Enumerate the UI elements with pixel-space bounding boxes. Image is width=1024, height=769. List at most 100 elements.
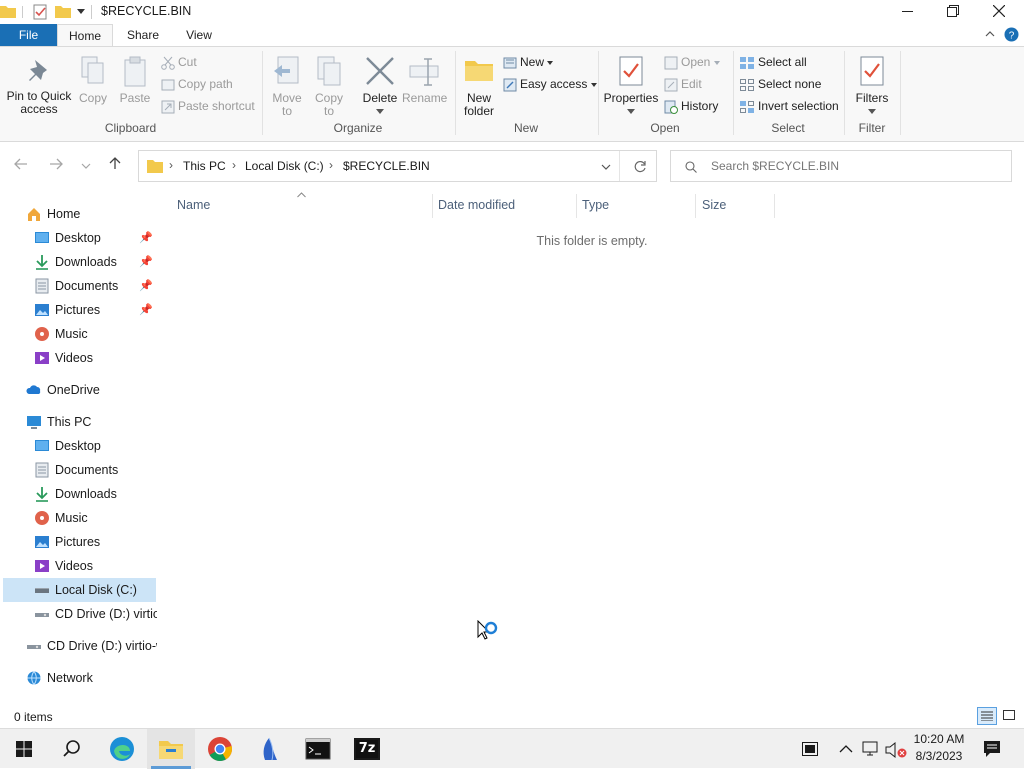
column-header-date-modified[interactable]: Date modified xyxy=(438,198,515,212)
network-status-icon[interactable] xyxy=(862,741,880,757)
status-bar: 0 items xyxy=(0,704,1024,728)
notifications-icon[interactable] xyxy=(983,740,1001,758)
nav-item-home[interactable]: Home xyxy=(0,202,157,226)
tab-view[interactable]: View xyxy=(172,24,226,46)
invert-selection-button[interactable]: Invert selection xyxy=(739,96,839,116)
address-bar[interactable]: › This PC › Local Disk (C:) › $RECYCLE.B… xyxy=(138,150,657,182)
nav-item-network[interactable]: Network xyxy=(0,666,157,690)
forward-button[interactable] xyxy=(46,156,66,176)
restore-icon[interactable] xyxy=(947,5,959,17)
edit-button[interactable]: Edit xyxy=(664,74,702,94)
minimize-icon[interactable] xyxy=(902,11,913,13)
pin-icon[interactable]: 📌 xyxy=(139,274,153,298)
paste-button[interactable]: Paste xyxy=(118,55,152,105)
copy-to-icon xyxy=(317,56,341,86)
new-folder-quick-icon[interactable] xyxy=(55,5,71,18)
nav-item-desktop[interactable]: Desktop 📌 xyxy=(0,226,157,250)
app-taskbar-button[interactable] xyxy=(245,729,293,769)
group-label-clipboard: Clipboard xyxy=(104,121,157,135)
nav-item-pc-pictures[interactable]: Pictures xyxy=(0,530,157,554)
select-all-button[interactable]: Select all xyxy=(739,52,807,72)
delete-button[interactable]: Delete xyxy=(358,55,402,118)
window-title: $RECYCLE.BIN xyxy=(101,4,192,18)
cd-drive-icon xyxy=(35,613,49,617)
column-header-type[interactable]: Type xyxy=(582,198,609,212)
easy-access-button[interactable]: Easy access xyxy=(503,74,600,94)
7zip-icon: 7z xyxy=(354,738,380,760)
nav-item-this-pc[interactable]: This PC xyxy=(0,410,157,434)
breadcrumb-separator-icon[interactable]: › xyxy=(329,158,333,172)
pin-icon[interactable]: 📌 xyxy=(139,298,153,322)
volume-muted-icon[interactable] xyxy=(885,741,907,759)
large-icons-view-button[interactable] xyxy=(1000,707,1020,725)
nav-item-onedrive[interactable]: OneDrive xyxy=(0,378,157,402)
new-item-button[interactable]: New xyxy=(503,52,556,72)
collapse-ribbon-icon[interactable] xyxy=(985,29,995,37)
rename-button[interactable]: Rename xyxy=(402,55,447,105)
open-button[interactable]: Open xyxy=(664,52,723,72)
7zip-taskbar-button[interactable]: 7z xyxy=(343,729,391,769)
up-button[interactable] xyxy=(105,156,125,176)
search-input[interactable]: Search $RECYCLE.BIN xyxy=(670,150,1012,182)
details-view-button[interactable] xyxy=(977,707,997,725)
nav-item-cd-drive[interactable]: CD Drive (D:) virtio-w xyxy=(0,634,157,658)
nav-item-pc-cd-drive[interactable]: CD Drive (D:) virtio- xyxy=(0,602,157,626)
file-list[interactable]: Name Date modified Type Size This folder… xyxy=(157,190,1024,704)
refresh-icon[interactable] xyxy=(633,160,647,174)
system-clock[interactable]: 10:20 AM 8/3/2023 xyxy=(908,731,970,765)
recent-locations-button[interactable] xyxy=(76,156,96,176)
breadcrumb-recycle-bin[interactable]: $RECYCLE.BIN xyxy=(343,159,430,173)
ribbon-tabs: File Home Share View ? xyxy=(0,24,1024,47)
select-none-button[interactable]: Select none xyxy=(739,74,821,94)
column-header-name[interactable]: Name xyxy=(177,198,210,212)
nav-item-pictures[interactable]: Pictures 📌 xyxy=(0,298,157,322)
nav-item-pc-videos[interactable]: Videos xyxy=(0,554,157,578)
history-icon xyxy=(664,100,678,114)
filters-button[interactable]: Filters xyxy=(850,55,894,118)
copy-to-button[interactable]: Copy to xyxy=(310,55,348,118)
properties-button[interactable]: Properties xyxy=(602,55,660,118)
tab-file[interactable]: File xyxy=(0,24,57,46)
customize-toolbar-icon[interactable] xyxy=(77,9,85,15)
nav-item-pc-music[interactable]: Music xyxy=(0,506,157,530)
breadcrumb-this-pc[interactable]: This PC xyxy=(183,159,226,173)
terminal-taskbar-button[interactable] xyxy=(294,729,342,769)
nav-item-pc-downloads[interactable]: Downloads xyxy=(0,482,157,506)
tab-home[interactable]: Home xyxy=(57,24,113,47)
nav-item-music[interactable]: Music xyxy=(0,322,157,346)
copy-button[interactable]: Copy xyxy=(76,55,110,105)
nav-item-downloads[interactable]: Downloads 📌 xyxy=(0,250,157,274)
chrome-taskbar-button[interactable] xyxy=(196,729,244,769)
chevron-up-icon[interactable] xyxy=(839,744,853,753)
cut-button[interactable]: Cut xyxy=(161,52,197,72)
file-explorer-taskbar-button[interactable] xyxy=(147,729,195,769)
help-icon[interactable]: ? xyxy=(1004,27,1019,42)
move-to-button[interactable]: Move to xyxy=(268,55,306,118)
close-icon[interactable] xyxy=(993,5,1005,17)
edge-taskbar-button[interactable] xyxy=(98,729,146,769)
column-header-size[interactable]: Size xyxy=(702,198,726,212)
start-button[interactable] xyxy=(0,729,48,769)
nav-item-pc-documents[interactable]: Documents xyxy=(0,458,157,482)
nav-item-pc-desktop[interactable]: Desktop xyxy=(0,434,157,458)
folder-icon xyxy=(0,6,16,18)
breadcrumb-local-disk[interactable]: Local Disk (C:) xyxy=(245,159,324,173)
breadcrumb-separator-icon[interactable]: › xyxy=(169,158,173,172)
chevron-down-icon[interactable] xyxy=(601,163,611,171)
back-button[interactable] xyxy=(11,156,31,176)
paste-shortcut-button[interactable]: Paste shortcut xyxy=(161,96,255,116)
history-button[interactable]: History xyxy=(664,96,718,116)
copy-path-button[interactable]: Copy path xyxy=(161,74,233,94)
breadcrumb-separator-icon[interactable]: › xyxy=(232,158,236,172)
pin-icon[interactable]: 📌 xyxy=(139,226,153,250)
tab-share[interactable]: Share xyxy=(116,24,170,46)
pin-quick-access-button[interactable]: Pin to Quick access xyxy=(4,57,74,116)
nav-item-local-disk[interactable]: Local Disk (C:) xyxy=(3,578,156,602)
pin-icon[interactable]: 📌 xyxy=(139,250,153,274)
nav-item-documents[interactable]: Documents 📌 xyxy=(0,274,157,298)
search-taskbar-button[interactable] xyxy=(48,729,96,769)
nav-item-videos[interactable]: Videos xyxy=(0,346,157,370)
properties-quick-icon[interactable] xyxy=(33,4,47,20)
task-view-icon[interactable] xyxy=(802,742,818,756)
new-folder-button[interactable]: New folder xyxy=(459,55,499,118)
